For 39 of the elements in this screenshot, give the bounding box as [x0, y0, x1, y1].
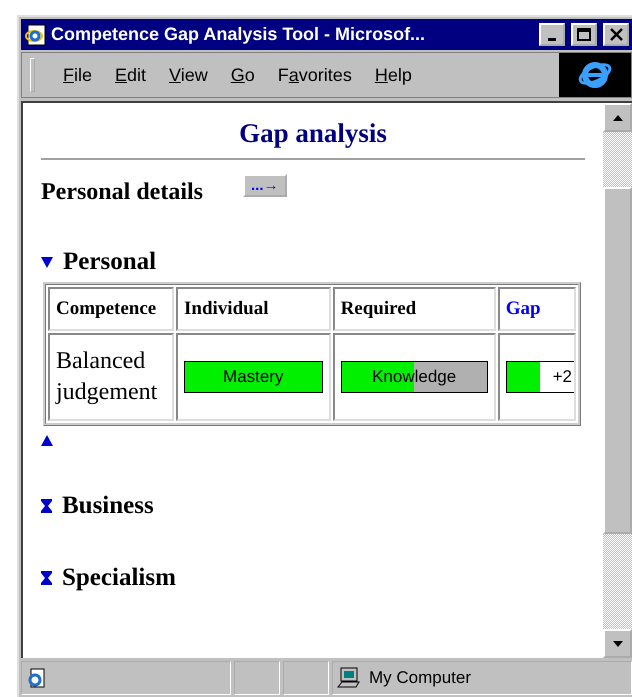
- browser-icon: [24, 24, 46, 46]
- menu-item[interactable]: Favorites: [278, 64, 352, 86]
- status-pane: [234, 661, 280, 695]
- menu-item[interactable]: Help: [374, 64, 412, 86]
- window-title: Competence Gap Analysis Tool - Microsof...: [51, 24, 426, 45]
- close-button[interactable]: [603, 23, 629, 46]
- minimize-button[interactable]: [539, 23, 565, 46]
- scroll-up-icon: [612, 114, 624, 122]
- expand-hourglass-icon[interactable]: [41, 499, 52, 513]
- status-pane: [283, 661, 329, 695]
- collapse-triangle-icon[interactable]: [41, 256, 53, 268]
- level-bar: Mastery: [184, 361, 323, 393]
- section-title: Business: [62, 492, 154, 520]
- column-header[interactable]: Gap: [498, 287, 576, 331]
- menu-item[interactable]: Go: [230, 64, 255, 86]
- column-header: Competence: [48, 287, 174, 331]
- close-icon: [610, 28, 622, 41]
- maximize-button[interactable]: [571, 23, 597, 46]
- section-title: Personal: [63, 248, 156, 276]
- menu-item[interactable]: File: [63, 64, 92, 86]
- menu-item[interactable]: View: [169, 64, 208, 86]
- gap-bar: +2: [506, 361, 574, 393]
- maximize-icon: [577, 28, 591, 41]
- minimize-icon: [548, 38, 556, 41]
- details-button[interactable]: ...→: [243, 174, 287, 196]
- zone-label: My Computer: [369, 668, 472, 688]
- column-header: Required: [332, 287, 496, 331]
- page-heading: Gap analysis: [238, 117, 388, 150]
- expand-hourglass-icon[interactable]: [41, 571, 52, 585]
- scroll-down-icon: [612, 640, 624, 648]
- computer-icon: [337, 667, 361, 689]
- section-label: Personal details: [41, 178, 203, 206]
- section-title: Specialism: [62, 564, 176, 592]
- column-header: Individual: [176, 287, 331, 331]
- table-cell: Balanced judgement: [48, 333, 174, 421]
- menu-item[interactable]: Edit: [115, 64, 146, 86]
- page-icon: [26, 667, 46, 689]
- scrollbar[interactable]: [603, 103, 632, 658]
- collapse-triangle-icon[interactable]: [41, 434, 53, 446]
